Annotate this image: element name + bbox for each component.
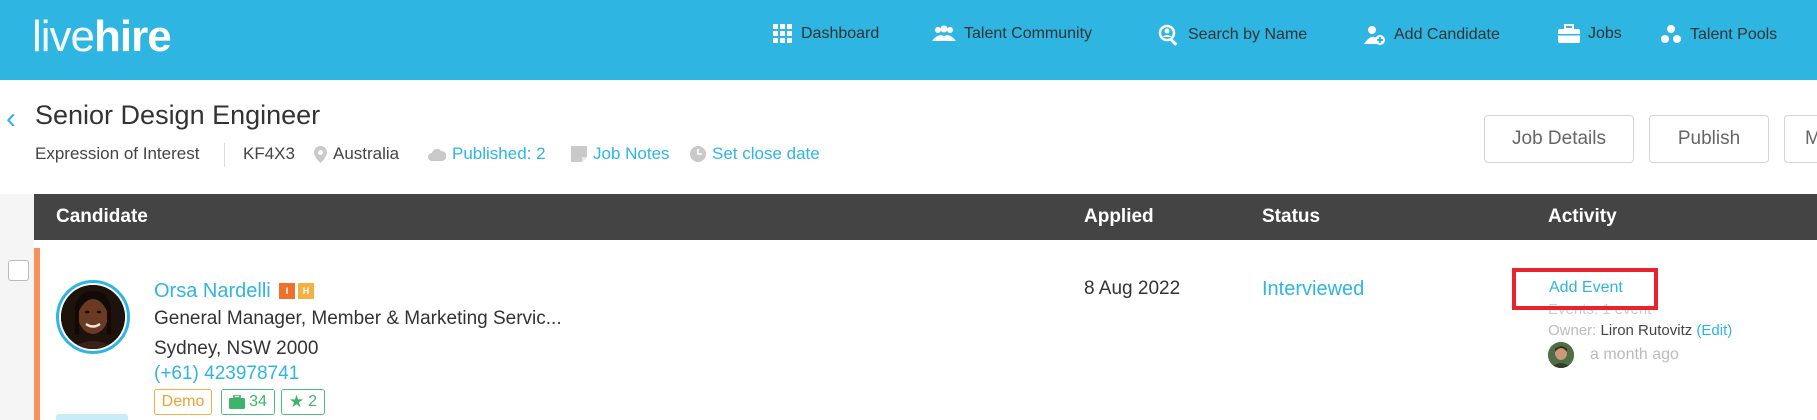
- row-checkbox[interactable]: [8, 260, 29, 281]
- briefcase-icon: [229, 395, 246, 409]
- row-accent-bar: [34, 248, 40, 420]
- search-person-icon: [1158, 24, 1178, 46]
- table-header: Candidate Applied Status Activity: [34, 194, 1817, 240]
- owner-label: Owner:: [1548, 322, 1597, 339]
- candidate-name-link[interactable]: Orsa Nardelli: [154, 280, 271, 303]
- candidate-phone-link[interactable]: (+61) 423978741: [154, 363, 299, 385]
- owner-name: Liron Rutovitz: [1600, 322, 1693, 339]
- owner-info: Owner: Liron Rutovitz (Edit): [1548, 322, 1732, 339]
- meta-divider: [224, 143, 225, 167]
- tag-jobs-count[interactable]: 34: [221, 389, 275, 415]
- header-activity[interactable]: Activity: [1548, 206, 1617, 228]
- briefcase-icon: [1558, 24, 1580, 43]
- row-select-column: [0, 194, 34, 420]
- star-icon: ★: [288, 392, 305, 411]
- more-button[interactable]: M: [1784, 115, 1817, 163]
- avatar-portrait: [61, 285, 125, 349]
- top-navigation-bar: livehire Dashboard Talent Community Sear…: [0, 0, 1817, 80]
- cloud-icon: [428, 148, 446, 161]
- add-person-icon: [1364, 26, 1385, 45]
- set-close-date-label: Set close date: [712, 144, 820, 163]
- header-status[interactable]: Status: [1262, 206, 1320, 228]
- location-pin-icon: [314, 145, 327, 163]
- community-icon: [932, 25, 956, 41]
- clock-icon: [690, 146, 706, 162]
- last-activity-time: a month ago: [1590, 346, 1679, 363]
- nav-talent-community[interactable]: Talent Community: [932, 24, 1092, 44]
- candidate-avatar[interactable]: [61, 285, 125, 349]
- next-row-indicator: [56, 414, 128, 420]
- tag-stars[interactable]: ★ 2: [281, 389, 325, 415]
- job-location-label: Australia: [333, 144, 400, 163]
- nav-add-candidate[interactable]: Add Candidate: [1364, 24, 1500, 46]
- add-event-link[interactable]: Add Event: [1549, 279, 1623, 297]
- published-link[interactable]: Published: 2: [428, 144, 546, 164]
- published-label: Published: 2: [452, 144, 546, 163]
- job-notes-label: Job Notes: [593, 144, 670, 163]
- livehire-logo[interactable]: livehire: [32, 12, 172, 62]
- note-icon: [571, 146, 587, 162]
- talent-pools-icon: [1661, 25, 1681, 43]
- back-chevron-icon[interactable]: ‹: [6, 102, 16, 136]
- nav-talent-pools-label: Talent Pools: [1690, 26, 1778, 43]
- badge-h: H: [298, 283, 314, 299]
- status-link[interactable]: Interviewed: [1262, 278, 1364, 301]
- job-code: KF4X3: [243, 144, 295, 163]
- owner-avatar-portrait: [1548, 342, 1574, 368]
- set-close-date-link[interactable]: Set close date: [690, 144, 820, 164]
- candidate-location: Sydney, NSW 2000: [154, 338, 319, 359]
- nav-dashboard[interactable]: Dashboard: [773, 24, 879, 44]
- job-notes-link[interactable]: Job Notes: [571, 144, 670, 164]
- job-type: Expression of Interest: [35, 144, 200, 163]
- applied-date: 8 Aug 2022: [1084, 278, 1181, 299]
- job-title: Senior Design Engineer: [35, 100, 321, 130]
- tag-jobs-count-label: 34: [249, 393, 267, 410]
- job-details-button[interactable]: Job Details: [1484, 115, 1634, 163]
- nav-dashboard-label: Dashboard: [801, 25, 880, 42]
- grid-icon: [773, 24, 792, 43]
- header-applied[interactable]: Applied: [1084, 206, 1154, 228]
- owner-avatar: [1548, 342, 1574, 368]
- job-location: Australia: [314, 144, 399, 164]
- logo-text-bold: hire: [94, 12, 172, 61]
- header-candidate[interactable]: Candidate: [56, 206, 148, 228]
- nav-search-by-name[interactable]: Search by Name: [1158, 24, 1307, 46]
- nav-talent-pools[interactable]: Talent Pools: [1660, 24, 1777, 46]
- nav-jobs[interactable]: Jobs: [1558, 24, 1622, 44]
- nav-add-candidate-label: Add Candidate: [1394, 26, 1500, 43]
- nav-talent-community-label: Talent Community: [964, 25, 1093, 42]
- nav-jobs-label: Jobs: [1588, 25, 1622, 42]
- publish-button[interactable]: Publish: [1649, 115, 1769, 163]
- badge-i: I: [279, 283, 295, 299]
- tag-stars-label: 2: [308, 393, 318, 410]
- candidate-role: General Manager, Member & Marketing Serv…: [154, 308, 562, 329]
- owner-edit-link[interactable]: (Edit): [1696, 322, 1732, 339]
- nav-search-by-name-label: Search by Name: [1188, 26, 1308, 43]
- logo-text-light: live: [32, 12, 95, 61]
- tag-demo[interactable]: Demo: [154, 389, 212, 415]
